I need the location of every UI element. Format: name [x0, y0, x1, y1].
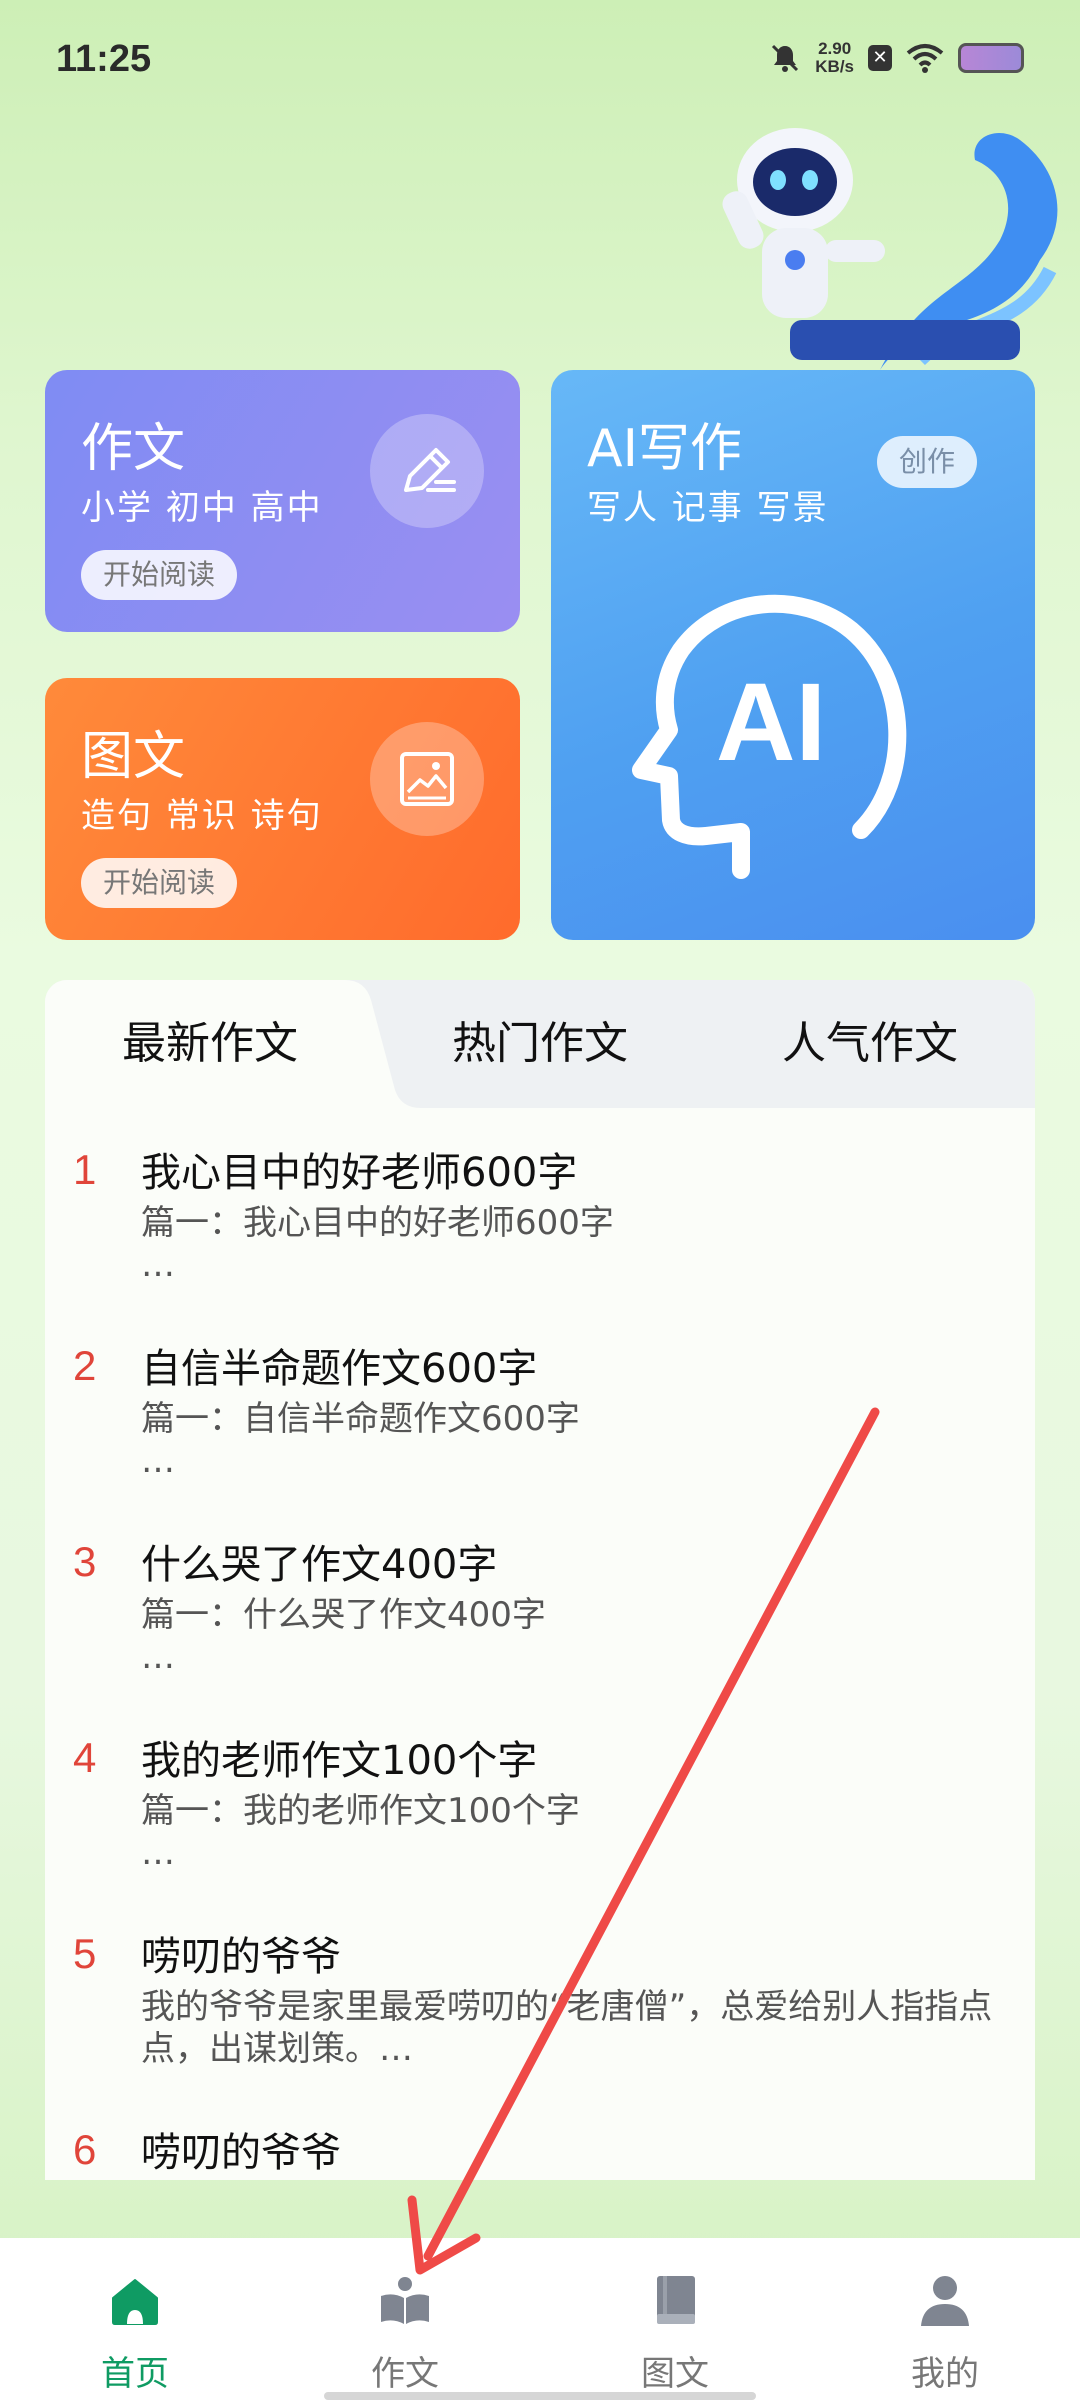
- essay-card-title: 作文: [81, 419, 186, 479]
- essay-excerpt: 篇一：我的老师作文100个字 …: [141, 1791, 580, 1873]
- list-item[interactable]: 2 自信半命题作文600字 篇一：自信半命题作文600字 …: [45, 1318, 1035, 1514]
- bottom-nav: 首页 作文 图文 我的: [0, 2238, 1080, 2408]
- picture-icon: [370, 722, 484, 836]
- ai-card-subtitle: 写人 记事 写景: [587, 488, 829, 528]
- ai-create-badge[interactable]: 创作: [876, 436, 977, 488]
- notification-x-icon: ✕: [868, 45, 892, 71]
- robot-mascot-illustration: [722, 128, 1058, 370]
- rank-number: 5: [73, 1930, 97, 1977]
- essay-list-panel: 最新作文 热门作文 人气作文 1 我心目中的好老师600字 篇一：我心目中的好老…: [45, 980, 1035, 2180]
- essay-title: 唠叨的爷爷: [141, 2130, 341, 2176]
- rank-number: 6: [73, 2126, 97, 2173]
- essay-excerpt: 篇一：我心目中的好老师600字 …: [141, 1203, 614, 1285]
- mute-bell-icon: [772, 44, 799, 72]
- essay-title: 我心目中的好老师600字: [141, 1150, 578, 1196]
- home-indicator: [324, 2392, 756, 2400]
- open-book-icon: [381, 2277, 429, 2324]
- essay-excerpt: 篇一：自信半命题作文600字 …: [141, 1399, 580, 1481]
- user-icon: [921, 2276, 969, 2326]
- nav-essay[interactable]: 作文: [270, 2238, 540, 2408]
- ai-writing-card[interactable]: AI写作 写人 记事 写景 创作 AI: [551, 370, 1035, 940]
- status-time: 11:25: [56, 38, 152, 80]
- battery-icon: [958, 43, 1024, 73]
- book-icon: [657, 2276, 695, 2324]
- nav-home[interactable]: 首页: [0, 2238, 270, 2408]
- list-item[interactable]: 1 我心目中的好老师600字 篇一：我心目中的好老师600字 …: [45, 1122, 1035, 1318]
- tab-bar: 最新作文 热门作文 人气作文: [45, 980, 1035, 1108]
- status-icons: 2.90 KB/s ✕: [769, 40, 1024, 76]
- ai-head-icon: AI: [632, 594, 907, 879]
- tab-hot-essays[interactable]: 热门作文: [375, 980, 705, 1108]
- image-text-card-title: 图文: [81, 727, 186, 787]
- nav-image-text[interactable]: 图文: [540, 2238, 810, 2408]
- essay-excerpt: 我的爷爷是家里最爱唠叨的“老唐僧”，总爱给别人指指点点，出谋划策。…: [141, 1987, 993, 2069]
- image-text-card-subtitle: 造句 常识 诗句: [81, 796, 323, 836]
- nav-essay-label: 作文: [371, 2354, 439, 2394]
- image-text-start-reading-button[interactable]: 开始阅读: [81, 858, 238, 908]
- network-speed: 2.90 KB/s: [815, 39, 854, 76]
- tab-popular-essays[interactable]: 人气作文: [705, 980, 1035, 1108]
- ai-card-title: AI写作: [587, 419, 742, 479]
- nav-image-text-label: 图文: [641, 2354, 709, 2394]
- status-bar: 11:25 2.90 KB/s ✕: [0, 0, 1080, 120]
- list-item[interactable]: 6 唠叨的爷爷: [45, 2102, 1035, 2180]
- nav-mine[interactable]: 我的: [810, 2238, 1080, 2408]
- rank-number: 4: [73, 1734, 97, 1781]
- list-item[interactable]: 5 唠叨的爷爷 我的爷爷是家里最爱唠叨的“老唐僧”，总爱给别人指指点点，出谋划策…: [45, 1906, 1035, 2102]
- essay-card[interactable]: 作文 小学 初中 高中 开始阅读: [45, 370, 520, 632]
- nav-home-label: 首页: [101, 2354, 169, 2394]
- essay-excerpt: 篇一：什么哭了作文400字 …: [141, 1595, 546, 1677]
- essay-title: 自信半命题作文600字: [141, 1346, 538, 1392]
- tab-latest-essays[interactable]: 最新作文: [45, 980, 375, 1108]
- rank-number: 3: [73, 1538, 97, 1585]
- list-item[interactable]: 3 什么哭了作文400字 篇一：什么哭了作文400字 …: [45, 1514, 1035, 1710]
- svg-text:AI: AI: [716, 661, 826, 784]
- rank-number: 2: [73, 1342, 97, 1389]
- essay-title: 我的老师作文100个字: [141, 1738, 538, 1784]
- essay-start-reading-button[interactable]: 开始阅读: [81, 550, 238, 600]
- list-item[interactable]: 4 我的老师作文100个字 篇一：我的老师作文100个字 …: [45, 1710, 1035, 1906]
- essay-title: 什么哭了作文400字: [141, 1542, 498, 1588]
- essay-title: 唠叨的爷爷: [141, 1934, 341, 1980]
- home-icon: [112, 2279, 158, 2325]
- rank-number: 1: [73, 1146, 97, 1193]
- nav-mine-label: 我的: [911, 2354, 979, 2394]
- wifi-icon: [906, 44, 944, 73]
- image-text-card[interactable]: 图文 造句 常识 诗句 开始阅读: [45, 678, 520, 940]
- pencil-icon: [370, 414, 484, 528]
- essay-card-subtitle: 小学 初中 高中: [81, 488, 323, 528]
- essay-list: 1 我心目中的好老师600字 篇一：我心目中的好老师600字 … 2 自信半命题…: [45, 1108, 1035, 2180]
